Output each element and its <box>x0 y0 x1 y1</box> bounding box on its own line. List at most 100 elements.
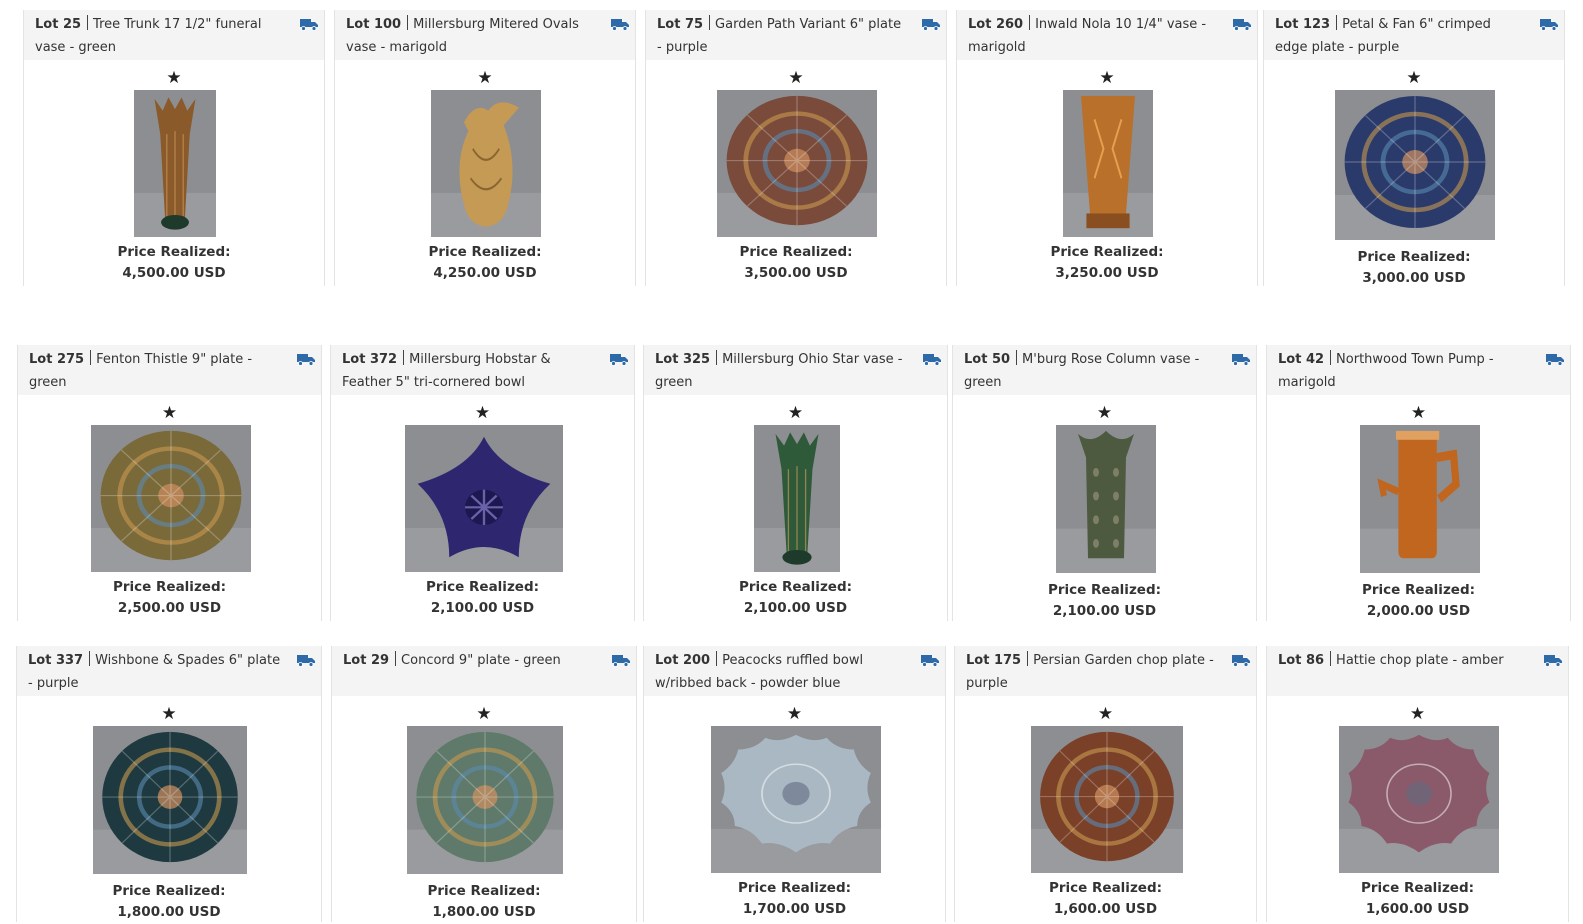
lot-photo[interactable] <box>1360 425 1480 573</box>
lot-number[interactable]: Lot 200 <box>655 653 710 668</box>
lot-header[interactable]: Lot 86 Hattie chop plate - amber <box>1267 646 1568 696</box>
favorite-star-icon[interactable]: ★ <box>332 704 636 724</box>
favorite-star-icon[interactable]: ★ <box>1264 68 1564 88</box>
lot-photo[interactable] <box>717 90 877 237</box>
lot-number[interactable]: Lot 260 <box>968 17 1023 32</box>
favorite-star-icon[interactable]: ★ <box>953 403 1256 423</box>
favorite-star-icon[interactable]: ★ <box>646 68 946 88</box>
lot-card[interactable]: Lot 325 Millersburg Ohio Star vase - gree… <box>643 345 948 621</box>
price-value: 4,500.00 USD <box>122 265 226 281</box>
lot-number[interactable]: Lot 42 <box>1278 352 1324 367</box>
lot-header[interactable]: Lot 325 Millersburg Ohio Star vase - gree… <box>644 345 947 395</box>
favorite-star-icon[interactable]: ★ <box>955 704 1256 724</box>
lot-card[interactable]: Lot 50 M'burg Rose Column vase - green ★ … <box>952 345 1257 621</box>
lot-card[interactable]: Lot 75 Garden Path Variant 6" plate - pur… <box>645 10 947 286</box>
price-value: 3,000.00 USD <box>1362 270 1466 286</box>
lot-card[interactable]: Lot 372 Millersburg Hobstar & Feather 5" … <box>330 345 635 621</box>
lot-number[interactable]: Lot 175 <box>966 653 1021 668</box>
lot-header[interactable]: Lot 42 Northwood Town Pump - marigold <box>1267 345 1570 395</box>
favorite-star-icon[interactable]: ★ <box>18 403 321 423</box>
price-value: 1,600.00 USD <box>1053 901 1158 917</box>
lot-card[interactable]: Lot 42 Northwood Town Pump - marigold ★ P… <box>1266 345 1571 621</box>
shipping-truck-icon <box>921 655 939 667</box>
divider <box>1336 15 1338 30</box>
price-value: 2,100.00 USD <box>743 600 848 616</box>
lot-number[interactable]: Lot 86 <box>1278 653 1324 668</box>
lot-photo[interactable] <box>1063 90 1153 237</box>
lot-number[interactable]: Lot 123 <box>1275 17 1330 32</box>
lot-photo[interactable] <box>405 425 563 572</box>
favorite-star-icon[interactable]: ★ <box>331 403 634 423</box>
lot-header[interactable]: Lot 29 Concord 9" plate - green <box>332 646 636 696</box>
price-value: 2,100.00 USD <box>430 600 535 616</box>
lot-header[interactable]: Lot 75 Garden Path Variant 6" plate - pur… <box>646 10 946 60</box>
lot-number[interactable]: Lot 75 <box>657 17 703 32</box>
favorite-star-icon[interactable]: ★ <box>17 704 321 724</box>
lot-number[interactable]: Lot 25 <box>35 17 81 32</box>
shipping-truck-icon <box>1232 354 1250 366</box>
price-value: 2,100.00 USD <box>1052 603 1157 619</box>
divider <box>407 15 409 30</box>
favorite-star-icon[interactable]: ★ <box>1267 403 1570 423</box>
lot-number[interactable]: Lot 29 <box>343 653 389 668</box>
favorite-star-icon[interactable]: ★ <box>335 68 635 88</box>
lot-title[interactable]: Concord 9" plate - green <box>401 653 561 668</box>
lot-card[interactable]: Lot 260 Inwald Nola 10 1/4" vase - marigo… <box>956 10 1258 286</box>
lot-photo[interactable] <box>93 726 247 874</box>
lot-photo[interactable] <box>1335 90 1495 240</box>
price-realized-label: Price Realized: <box>428 244 542 260</box>
divider <box>1027 651 1029 666</box>
favorite-star-icon[interactable]: ★ <box>644 403 947 423</box>
lot-photo[interactable] <box>1031 726 1183 873</box>
price-realized-label: Price Realized: <box>1050 244 1164 260</box>
favorite-star-icon[interactable]: ★ <box>644 704 945 724</box>
lot-photo[interactable] <box>754 425 840 572</box>
lot-photo[interactable] <box>407 726 563 874</box>
lot-header[interactable]: Lot 25 Tree Trunk 17 1/2" funeral vase - … <box>24 10 324 60</box>
lot-photo[interactable] <box>134 90 216 237</box>
lot-header[interactable]: Lot 123 Petal & Fan 6" crimped edge plate… <box>1264 10 1564 60</box>
price-realized-label: Price Realized: <box>425 579 540 595</box>
price-value: 2,000.00 USD <box>1366 603 1471 619</box>
divider <box>1330 350 1332 365</box>
lot-header[interactable]: Lot 337 Wishbone & Spades 6" plate - purp… <box>17 646 321 696</box>
lot-card[interactable]: Lot 86 Hattie chop plate - amber ★ Price … <box>1266 646 1569 922</box>
lot-photo[interactable] <box>431 90 541 237</box>
lot-card[interactable]: Lot 100 Millersburg Mitered Ovals vase - … <box>334 10 636 286</box>
lot-header[interactable]: Lot 275 Fenton Thistle 9" plate - green <box>18 345 321 395</box>
price-value: 3,500.00 USD <box>744 265 848 281</box>
lot-number[interactable]: Lot 275 <box>29 352 84 367</box>
lot-photo[interactable] <box>1339 726 1499 873</box>
lot-number[interactable]: Lot 337 <box>28 653 83 668</box>
favorite-star-icon[interactable]: ★ <box>1267 704 1568 724</box>
price-realized-label: Price Realized: <box>1361 582 1476 598</box>
lot-card[interactable]: Lot 337 Wishbone & Spades 6" plate - purp… <box>16 646 322 922</box>
lot-photo[interactable] <box>1056 425 1156 573</box>
divider <box>716 350 718 365</box>
favorite-star-icon[interactable]: ★ <box>24 68 324 88</box>
price-realized-label: Price Realized: <box>739 244 853 260</box>
lot-header[interactable]: Lot 200 Peacocks ruffled bowl w/ribbed ba… <box>644 646 945 696</box>
lot-card[interactable]: Lot 275 Fenton Thistle 9" plate - green ★… <box>17 345 322 621</box>
lot-card[interactable]: Lot 200 Peacocks ruffled bowl w/ribbed ba… <box>643 646 946 922</box>
lot-header[interactable]: Lot 50 M'burg Rose Column vase - green <box>953 345 1256 395</box>
shipping-truck-icon <box>611 19 629 31</box>
lot-number[interactable]: Lot 325 <box>655 352 710 367</box>
lot-card[interactable]: Lot 25 Tree Trunk 17 1/2" funeral vase - … <box>23 10 325 286</box>
lot-header[interactable]: Lot 372 Millersburg Hobstar & Feather 5" … <box>331 345 634 395</box>
lot-header[interactable]: Lot 260 Inwald Nola 10 1/4" vase - marigo… <box>957 10 1257 60</box>
lot-number[interactable]: Lot 50 <box>964 352 1010 367</box>
favorite-star-icon[interactable]: ★ <box>957 68 1257 88</box>
lot-number[interactable]: Lot 100 <box>346 17 401 32</box>
price-realized-label: Price Realized: <box>1048 880 1163 896</box>
lot-header[interactable]: Lot 175 Persian Garden chop plate - purpl… <box>955 646 1256 696</box>
lot-photo[interactable] <box>91 425 251 572</box>
lot-card[interactable]: Lot 123 Petal & Fan 6" crimped edge plate… <box>1263 10 1565 286</box>
divider <box>1016 350 1018 365</box>
lot-photo[interactable] <box>711 726 881 873</box>
lot-title[interactable]: Hattie chop plate - amber <box>1336 653 1504 668</box>
lot-header[interactable]: Lot 100 Millersburg Mitered Ovals vase - … <box>335 10 635 60</box>
lot-card[interactable]: Lot 175 Persian Garden chop plate - purpl… <box>954 646 1257 922</box>
lot-number[interactable]: Lot 372 <box>342 352 397 367</box>
lot-card[interactable]: Lot 29 Concord 9" plate - green ★ Price R… <box>331 646 637 922</box>
